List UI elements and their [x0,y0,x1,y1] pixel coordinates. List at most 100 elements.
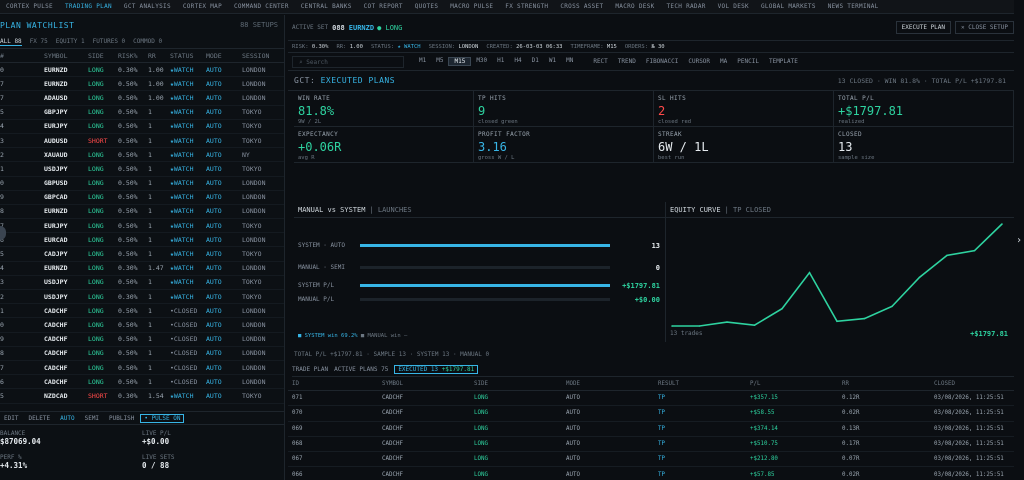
nav-tab-central-banks[interactable]: CENTRAL BANKS [295,0,358,13]
tool-ma[interactable]: MA [715,58,732,65]
main-panel: ACTIVE SET 088 EURNZD ● LONG EXECUTE PLA… [288,15,1014,480]
tool-template[interactable]: TEMPLATE [764,58,803,65]
tool-fibonacci[interactable]: FIBONACCI [641,58,684,65]
watchlist-row[interactable]: 6 EURCAD LONG 0.50% 1 ★WATCH AUTO LONDON [0,233,284,248]
nav-tab-macro-pulse[interactable]: MACRO PULSE [444,0,499,13]
filter-futures[interactable]: FUTURES 0 [93,38,126,45]
watchlist-row[interactable]: 9 GBPCAD LONG 0.50% 1 ★WATCH AUTO LONDON [0,191,284,205]
timeframe-mn[interactable]: MN [561,57,578,66]
timeframe-w1[interactable]: W1 [544,57,561,66]
wl-cell-risk: 0.50% [118,193,138,202]
watchlist-row[interactable]: 8 CADCHF LONG 0.50% 1 •CLOSED AUTO LONDON [0,347,284,361]
pulse-toggle[interactable]: • PULSE ON [140,413,185,423]
nav-tab-macro-desk[interactable]: MACRO DESK [609,0,660,13]
execute-plan-button[interactable]: EXECUTE PLAN [895,21,952,34]
active-set-bar: ACTIVE SET 088 EURNZD ● LONG EXECUTE PLA… [288,15,1014,41]
live-sets-label: LIVE SETS [142,454,175,461]
tool-pencil[interactable]: PENCIL [732,58,764,65]
nav-tab-cortex-map[interactable]: CORTEX MAP [177,0,228,13]
tool-trend[interactable]: TREND [613,58,641,65]
nav-tab-gct-analysis[interactable]: GCT ANALYSIS [118,0,177,13]
watchlist-row[interactable]: 4 EURJPY LONG 0.50% 1 ★WATCH AUTO TOKYO [0,120,284,134]
timeframe-h4[interactable]: H4 [509,57,526,66]
nav-tab-global-markets[interactable]: GLOBAL MARKETS [755,0,822,13]
timeframe-m15[interactable]: M15 [448,57,472,66]
wl-cell-symbol: USDJPY [44,292,68,301]
watchlist-row[interactable]: 7 CADCHF LONG 0.50% 1 •CLOSED AUTO LONDON [0,361,284,376]
watchlist-row[interactable]: 4 EURNZD LONG 0.30% 1.47 ★WATCH AUTO LONDON [0,262,284,276]
filter-equity[interactable]: EQUITY 1 [56,38,85,45]
nav-tab-tech-radar[interactable]: TECH RADAR [661,0,712,13]
watchlist-row[interactable]: 9 CADCHF LONG 0.50% 1 •CLOSED AUTO LONDON [0,333,284,347]
chevron-right-icon[interactable]: › [1014,0,1024,480]
delete-button[interactable]: DELETE [24,415,54,422]
bar-track [360,284,610,287]
publish-button[interactable]: PUBLISH [105,415,138,422]
tab-active-plans[interactable]: ACTIVE PLANS 75 [334,366,388,373]
nav-tab-trading-plan[interactable]: TRADING PLAN [58,0,118,13]
watchlist-row[interactable]: 3 USDJPY LONG 0.50% 1 ★WATCH AUTO TOKYO [0,276,284,290]
perf-cell: PERF % +4.31% [0,454,27,470]
watchlist-row[interactable]: 2 USDJPY LONG 0.30% 1 ★WATCH AUTO TOKYO [0,290,284,305]
watchlist-row[interactable]: 7EURJPY LONG 0.50% 1 ★WATCH AUTO TOKYO [0,219,284,234]
watchlist-row[interactable]: 5 NZDCAD SHORT 0.30% 1.54 ★WATCH AUTO TOKYO [0,389,284,404]
table-cell: TP [658,471,665,478]
wl-cell-mode: AUTO [206,79,222,88]
auto-button[interactable]: AUTO [56,415,78,422]
nav-tab-fx-strength[interactable]: FX STRENGTH [499,0,554,13]
semi-button[interactable]: SEMI [81,415,103,422]
tab-trade-plan[interactable]: TRADE PLAN [292,366,328,373]
table-col-closed: CLOSED [934,380,955,387]
nav-tab-news-terminal[interactable]: NEWS TERMINAL [822,0,885,13]
watchlist-row[interactable]: 1 USDJPY LONG 0.50% 1 ★WATCH AUTO TOKYO [0,162,284,177]
timeframe-d1[interactable]: D1 [527,57,544,66]
tab-executed[interactable]: EXECUTED 13 +$1797.81 [394,365,479,374]
table-row[interactable]: 069 CADCHF LONG AUTO TP +$374.14 0.13R 03/08/20… [288,422,1014,437]
nav-tab-quotes[interactable]: QUOTES [409,0,444,13]
nav-tab-cortex-pulse[interactable]: CORTEX PULSE [0,0,59,13]
table-row[interactable]: 071 CADCHF LONG AUTO TP +$357.15 0.12R 03/08/20… [288,391,1014,407]
tool-rect[interactable]: RECT [588,58,612,65]
nav-tab-cot-report[interactable]: COT REPORT [358,0,409,13]
table-row[interactable]: 070 CADCHF LONG AUTO TP +$58.55 0.02R 03/08/202… [288,406,1014,422]
wl-cell-side: LONG [88,65,104,74]
wl-cell-side: LONG [88,207,104,216]
table-row[interactable]: 068 CADCHF LONG AUTO TP +$510.75 0.17R 03/08/20… [288,437,1014,453]
wl-cell-risk: 0.50% [118,349,138,358]
watchlist-row[interactable]: 0 CADCHF LONG 0.50% 1 •CLOSED AUTO LONDON [0,318,284,333]
wl-cell-session: LONDON [242,306,266,315]
watchlist-row[interactable]: 6 CADCHF LONG 0.50% 1 •CLOSED AUTO LONDON [0,375,284,390]
nav-tab-cross-asset[interactable]: CROSS ASSET [554,0,609,13]
wl-cell-rr: 1.00 [148,65,164,74]
watchlist-row[interactable]: 0 GBPUSD LONG 0.50% 1 ★WATCH AUTO LONDON [0,177,284,191]
filter-fx[interactable]: FX 75 [30,38,48,45]
bar-fill [360,244,610,247]
filter-all[interactable]: ALL 88 [0,38,22,46]
wl-cell-status: ★WATCH [170,136,194,145]
timeframe-h1[interactable]: H1 [492,57,509,66]
timeframe-m1[interactable]: M1 [414,57,431,66]
table-row[interactable]: 067 CADCHF LONG AUTO TP +$212.80 0.07R 03/08/20… [288,452,1014,468]
watchlist-row[interactable]: 5 GBPJPY LONG 0.50% 1 ★WATCH AUTO TOKYO [0,106,284,120]
tool-cursor[interactable]: CURSOR [683,58,715,65]
watchlist-row[interactable]: 7 ADAUSD LONG 0.50% 1.00 ★WATCH AUTO LONDON [0,91,284,106]
watchlist-row[interactable]: 3 AUDUSD SHORT 0.50% 1 ★WATCH AUTO TOKYO [0,134,284,149]
symbol-search-input[interactable]: ⌕ Search [292,55,404,68]
watchlist-row[interactable]: 8 EURNZD LONG 0.50% 1 ★WATCH AUTO LONDON [0,205,284,220]
watchlist-row[interactable]: 1 CADCHF LONG 0.50% 1 •CLOSED AUTO LONDON [0,304,284,319]
close-setup-button[interactable]: ✕ CLOSE SETUP [955,21,1014,34]
table-cell: +$58.55 [750,410,775,417]
edit-button[interactable]: EDIT [0,415,22,422]
nav-tab-command-center[interactable]: COMMAND CENTER [228,0,295,13]
timeframe-m30[interactable]: M30 [471,57,492,66]
watchlist-row[interactable]: 7 EURNZD LONG 0.50% 1.00 ★WATCH AUTO LONDON [0,77,284,92]
watchlist-row[interactable]: 0 EURNZD LONG 0.30% 1.00 ★WATCH AUTO LONDON [0,63,284,78]
table-row[interactable]: 066 CADCHF LONG AUTO TP +$57.85 0.02R 03/08/202… [288,467,1014,480]
filter-commod[interactable]: COMMOD 0 [133,38,162,45]
watchlist-row[interactable]: 2 XAUAUD LONG 0.50% 1 ★WATCH AUTO NY [0,148,284,163]
wl-cell-symbol: AUDUSD [44,136,68,145]
watchlist-row[interactable]: 5 CADJPY LONG 0.50% 1 ★WATCH AUTO TOKYO [0,247,284,262]
wl-cell-rr: 1 [148,250,152,259]
nav-tab-vol-desk[interactable]: VOL DESK [712,0,755,13]
timeframe-m5[interactable]: M5 [431,57,448,66]
